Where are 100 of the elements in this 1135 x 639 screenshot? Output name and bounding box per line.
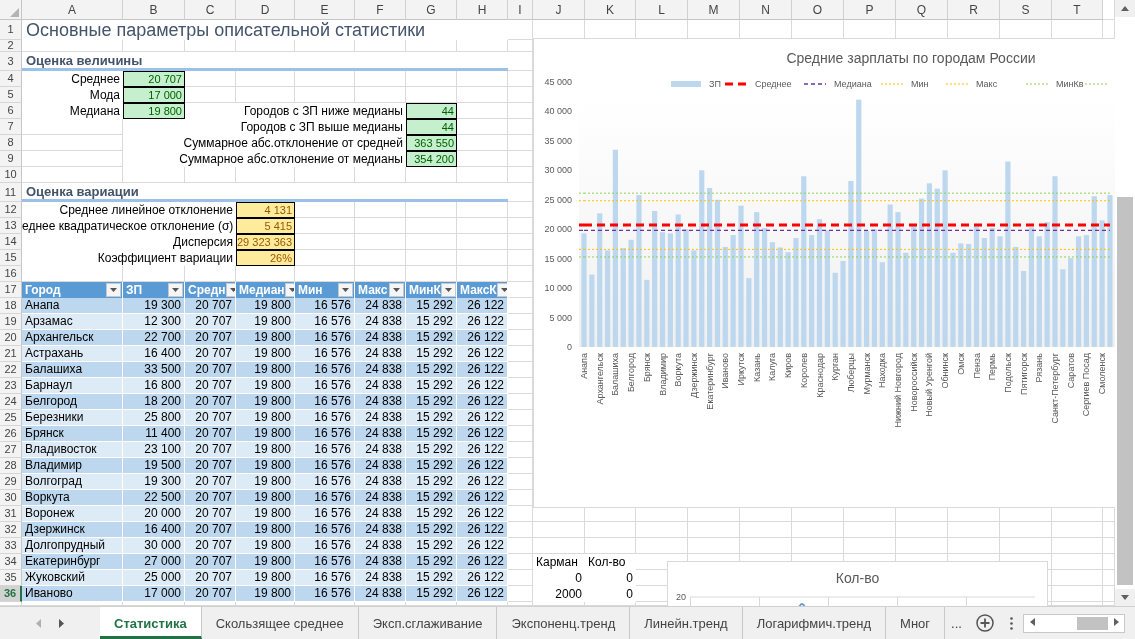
row-header[interactable]: 24 [0, 394, 22, 410]
column-header[interactable]: R [948, 0, 1000, 20]
table-cell: Белгород [22, 394, 123, 410]
column-header[interactable]: C [185, 0, 236, 20]
table-cell: 24 838 [355, 570, 406, 586]
row-header[interactable]: 13 [0, 218, 22, 234]
sheet-tab[interactable]: Статистика [100, 607, 202, 639]
table-cell: 16 576 [295, 522, 355, 538]
column-header[interactable]: F [355, 0, 406, 20]
next-sheet-button[interactable] [59, 618, 64, 628]
row-header[interactable]: 29 [0, 474, 22, 490]
column-header[interactable]: H [457, 0, 508, 20]
axis-label: 10 000 [544, 283, 572, 294]
filter-button[interactable] [496, 283, 507, 297]
row-header[interactable]: 35 [0, 570, 22, 586]
row-header[interactable]: 4 [0, 71, 22, 87]
filter-button[interactable] [389, 283, 404, 297]
column-header[interactable]: D [236, 0, 295, 20]
row-header[interactable]: 32 [0, 522, 22, 538]
row-header[interactable]: 10 [0, 167, 22, 183]
table-cell: 19 800 [236, 474, 295, 490]
table-cell: Астрахань [22, 346, 123, 362]
filter-button[interactable] [168, 283, 183, 297]
row-header[interactable]: 28 [0, 458, 22, 474]
column-header[interactable]: M [688, 0, 740, 20]
column-header[interactable]: O [792, 0, 844, 20]
row-header[interactable]: 36 [0, 586, 22, 602]
column-header[interactable]: T [1052, 0, 1103, 20]
row-header[interactable]: 18 [0, 298, 22, 314]
table-cell: 15 292 [406, 522, 457, 538]
row-header[interactable]: 3 [0, 52, 22, 71]
sheet-tab[interactable]: Логарифмич.тренд [742, 607, 887, 639]
row-header[interactable]: 25 [0, 410, 22, 426]
table-cell: Иваново [22, 586, 123, 602]
row-header[interactable]: 1 [0, 20, 22, 40]
row-header[interactable]: 15 [0, 250, 22, 266]
filter-button[interactable] [338, 283, 353, 297]
column-header[interactable]: I [508, 0, 533, 20]
row-header[interactable]: 12 [0, 202, 22, 218]
row-header[interactable]: 22 [0, 362, 22, 378]
sheet-tab[interactable]: Эксп.сглаживание [358, 607, 498, 639]
row-header[interactable]: 26 [0, 426, 22, 442]
sheet-tab[interactable]: Линейн.тренд [630, 607, 743, 639]
row-header[interactable]: 34 [0, 554, 22, 570]
column-header[interactable]: P [844, 0, 896, 20]
row-header[interactable]: 11 [0, 183, 22, 202]
table-cell: 19 800 [236, 394, 295, 410]
table-cell: 15 292 [406, 554, 457, 570]
row-header[interactable]: 17 [0, 282, 22, 298]
more-tabs-button[interactable]: ... [945, 607, 968, 639]
row-header[interactable]: 31 [0, 506, 22, 522]
horizontal-scrollbar[interactable] [1023, 613, 1125, 633]
column-header[interactable]: G [406, 0, 457, 20]
scrollbar-thumb[interactable] [1117, 197, 1133, 585]
row-header[interactable]: 14 [0, 234, 22, 250]
row-header[interactable]: 27 [0, 442, 22, 458]
column-header[interactable]: S [1000, 0, 1052, 20]
sheet-tab[interactable]: Экспоненц.тренд [497, 607, 631, 639]
column-header[interactable]: N [740, 0, 792, 20]
table-cell: 15 292 [406, 538, 457, 554]
column-header[interactable]: E [295, 0, 355, 20]
table-cell: 24 838 [355, 298, 406, 314]
caret-icon [444, 288, 452, 292]
table-cell: 19 800 [236, 586, 295, 602]
table-cell: 19 800 [236, 346, 295, 362]
table-cell: 26 122 [457, 554, 508, 570]
row-header[interactable]: 16 [0, 266, 22, 282]
column-header[interactable]: K [585, 0, 636, 20]
column-header[interactable]: B [123, 0, 185, 20]
row-header[interactable]: 20 [0, 330, 22, 346]
axis-label: 45 000 [544, 77, 572, 87]
sheet-tab[interactable]: Скользящее среднее [201, 607, 359, 639]
column-header[interactable]: A [22, 0, 123, 20]
sheet-tab[interactable]: Мног [886, 607, 946, 639]
row-header[interactable]: 5 [0, 87, 22, 103]
scrollbar-thumb[interactable] [1077, 616, 1108, 630]
row-header[interactable]: 8 [0, 135, 22, 151]
category-label: Смоленск [1097, 353, 1108, 395]
filter-button[interactable] [106, 283, 121, 297]
table-cell: 16 576 [295, 474, 355, 490]
column-header[interactable]: L [636, 0, 688, 20]
column-header[interactable]: Q [896, 0, 948, 20]
row-header[interactable]: 30 [0, 490, 22, 506]
category-label: Пермь [987, 353, 998, 381]
row-header[interactable]: 7 [0, 119, 22, 135]
category-label: Анапа [579, 353, 589, 379]
row-header[interactable]: 21 [0, 346, 22, 362]
row-header[interactable]: 33 [0, 538, 22, 554]
table-cell: Барнаул [22, 378, 123, 394]
filter-button[interactable] [440, 283, 456, 297]
table-cell: 20 707 [185, 474, 236, 490]
row-header[interactable]: 9 [0, 151, 22, 167]
table-cell: 19 800 [236, 314, 295, 330]
stat-value: 17 000 [123, 87, 185, 103]
row-header[interactable]: 19 [0, 314, 22, 330]
row-header[interactable]: 6 [0, 103, 22, 119]
row-header[interactable]: 23 [0, 378, 22, 394]
row-header[interactable]: 2 [0, 40, 22, 52]
column-header[interactable]: J [533, 0, 585, 20]
table-cell: 22 700 [123, 330, 185, 346]
